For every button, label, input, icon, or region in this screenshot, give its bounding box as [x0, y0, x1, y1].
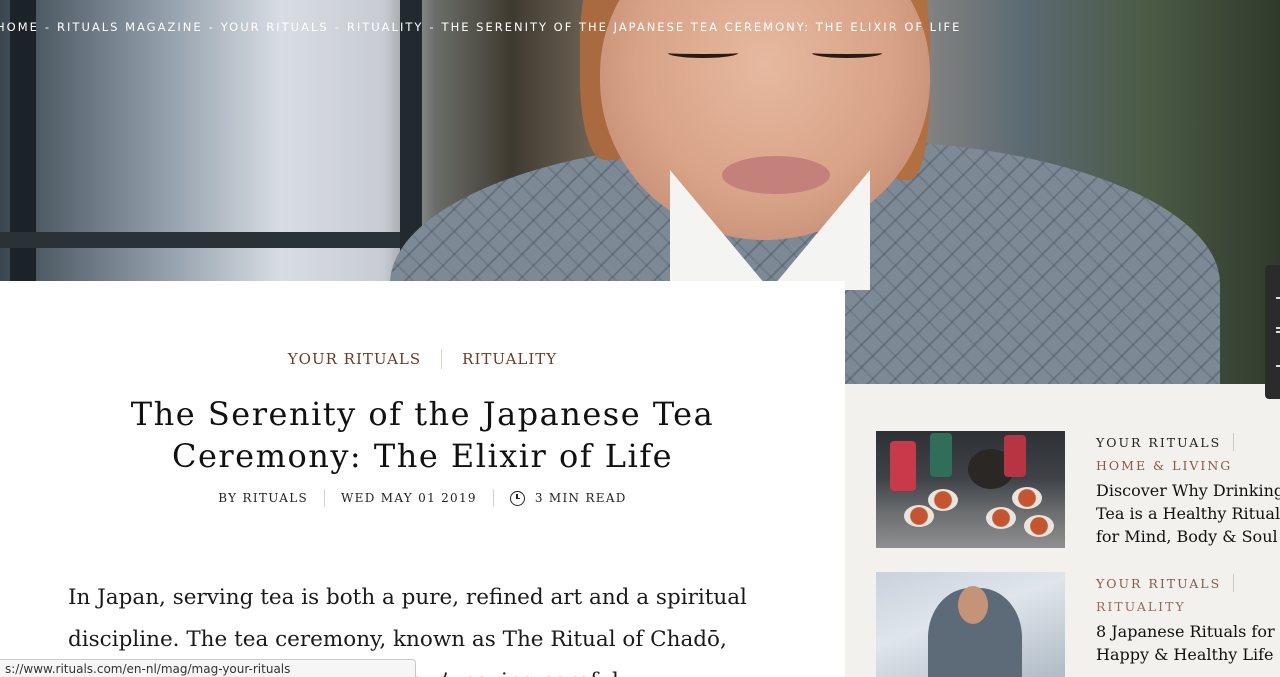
- eye: [812, 48, 882, 58]
- breadcrumb: HOME - RITUALS MAGAZINE - YOUR RITUALS -…: [0, 20, 961, 36]
- body-line: In Japan, serving tea is both a pure, re…: [68, 585, 747, 610]
- related-article-card[interactable]: YOUR RITUALS HOME & LIVING Discover Why …: [876, 431, 1280, 551]
- window-frame: [0, 232, 420, 248]
- breadcrumb-separator: -: [334, 20, 341, 34]
- breadcrumb-home[interactable]: HOME: [0, 20, 39, 36]
- body-line: discipline. The tea ceremony, known as T…: [68, 627, 727, 652]
- related-article-title[interactable]: Discover Why Drinking Tea is a Healthy R…: [1096, 479, 1280, 548]
- breadcrumb-separator: -: [208, 20, 215, 34]
- related-article-secondary-tag[interactable]: HOME & LIVING: [1096, 455, 1280, 475]
- related-article-secondary-tag[interactable]: RITUALITY: [1096, 596, 1280, 616]
- breadcrumb-separator: -: [44, 20, 52, 34]
- related-article-title[interactable]: 8 Japanese Rituals for a Happy & Healthy…: [1096, 620, 1280, 666]
- read-time-label: 3 MIN READ: [534, 491, 627, 505]
- clock-icon: [509, 490, 525, 506]
- lips: [722, 156, 830, 194]
- tea-cup: [928, 489, 958, 511]
- breadcrumb-separator: -: [429, 20, 436, 34]
- related-articles-sidebar: YOUR RITUALS HOME & LIVING Discover Why …: [845, 384, 1280, 677]
- breadcrumb-rituals-magazine[interactable]: RITUALS MAGAZINE: [57, 20, 203, 36]
- read-time: 3 MIN READ: [494, 490, 643, 506]
- related-article-primary-tag[interactable]: YOUR RITUALS: [1096, 432, 1280, 452]
- article-date: WED MAY 01 2019: [341, 491, 477, 505]
- category-link-rituality[interactable]: RITUALITY: [442, 350, 577, 368]
- article-title: The Serenity of the Japanese Tea Ceremon…: [130, 395, 715, 475]
- article-card: YOUR RITUALS RITUALITY The Serenity of t…: [0, 281, 845, 677]
- category-link-your-rituals[interactable]: YOUR RITUALS: [268, 350, 441, 368]
- related-article-primary-tag[interactable]: YOUR RITUALS: [1096, 573, 1280, 593]
- related-article-thumbnail[interactable]: [876, 431, 1065, 548]
- related-article-card[interactable]: YOUR RITUALS RITUALITY 8 Japanese Ritual…: [876, 572, 1280, 677]
- divider: [1233, 574, 1235, 592]
- tea-cup: [986, 507, 1016, 529]
- article-author: BY RITUALS: [218, 491, 308, 505]
- breadcrumb-rituality[interactable]: RITUALITY: [347, 20, 424, 36]
- article-meta: BY RITUALS WED MAY 01 2019 3 MIN READ: [0, 489, 845, 507]
- divider: [1233, 433, 1235, 451]
- browser-status-bar: s://www.rituals.com/en-nl/mag/mag-your-r…: [0, 659, 416, 677]
- breadcrumb-your-rituals[interactable]: YOUR RITUALS: [221, 20, 329, 36]
- tea-cup: [904, 505, 934, 527]
- breadcrumb-current: THE SERENITY OF THE JAPANESE TEA CEREMON…: [441, 20, 962, 34]
- tea-cup: [1012, 487, 1042, 509]
- feedback-tab[interactable]: [1265, 265, 1280, 399]
- eye: [668, 48, 738, 58]
- related-article-thumbnail[interactable]: [876, 572, 1065, 677]
- article-categories: YOUR RITUALS RITUALITY: [0, 349, 845, 369]
- tea-cup: [1024, 515, 1054, 537]
